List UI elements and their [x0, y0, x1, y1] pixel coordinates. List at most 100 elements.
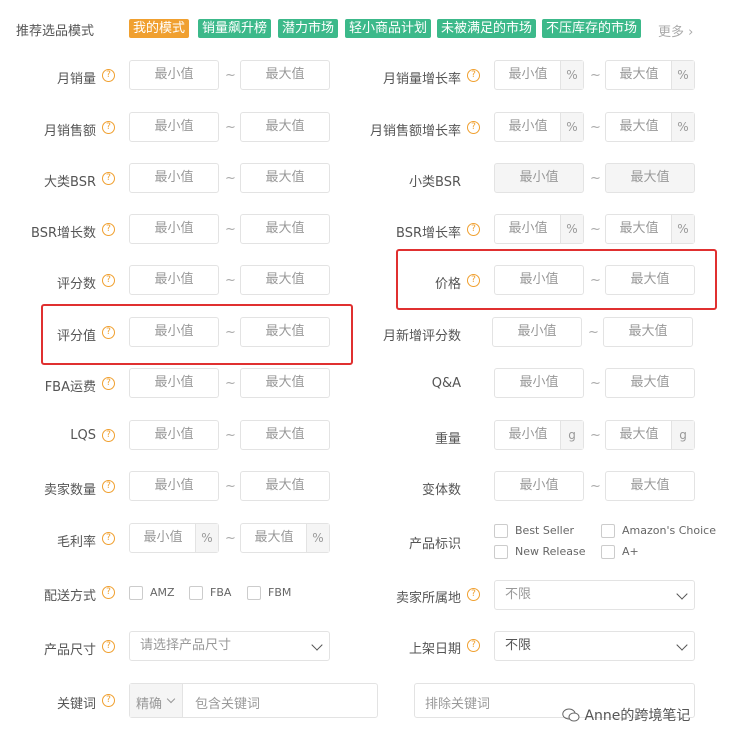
help-icon[interactable]: ? [467, 274, 480, 287]
tag-sales-surge[interactable]: 销量飙升榜 [198, 19, 272, 38]
checkbox-amazons-choice[interactable] [601, 524, 615, 538]
option-a-plus[interactable]: A+ [622, 545, 639, 558]
bsr-growth-count-max[interactable]: 最大值 [240, 214, 330, 244]
tag-no-inventory[interactable]: 不压库存的市场 [542, 19, 642, 38]
bsr-growth-rate-max[interactable]: 最大值% [605, 214, 695, 244]
range-separator: ~ [590, 428, 601, 443]
help-icon[interactable]: ? [102, 69, 115, 82]
monthly-sales-growth-max[interactable]: 最大值% [605, 60, 695, 90]
help-icon[interactable]: ? [102, 429, 115, 442]
option-new-release[interactable]: New Release [515, 545, 585, 558]
bsr-growth-rate-min[interactable]: 最小值% [494, 214, 584, 244]
monthly-revenue-growth-max[interactable]: 最大值% [605, 112, 695, 142]
label-monthly-sales: 月销量 [56, 72, 96, 87]
mode-label: 推荐选品模式 [16, 24, 95, 39]
help-icon[interactable]: ? [102, 121, 115, 134]
checkbox-fbm[interactable] [247, 586, 261, 600]
range-separator: ~ [225, 531, 236, 546]
label-seller-location: 卖家所属地 [395, 591, 461, 606]
wechat-icon [562, 708, 580, 722]
match-type-value: 精确 [136, 697, 163, 712]
main-bsr-min[interactable]: 最小值 [129, 163, 219, 193]
option-best-seller[interactable]: Best Seller [515, 524, 574, 537]
variation-count-min[interactable]: 最小值 [494, 471, 584, 501]
option-amazons-choice[interactable]: Amazon's Choice [622, 524, 716, 537]
checkbox-best-seller[interactable] [494, 524, 508, 538]
option-fba[interactable]: FBA [210, 586, 231, 599]
help-icon[interactable]: ? [102, 172, 115, 185]
listing-date-select[interactable]: 不限 [494, 631, 695, 661]
new-ratings-min[interactable]: 最小值 [492, 317, 582, 347]
monthly-revenue-max[interactable]: 最大值 [240, 112, 330, 142]
tag-unmet-market[interactable]: 未被满足的市场 [437, 19, 537, 38]
help-icon[interactable]: ? [102, 640, 115, 653]
monthly-sales-max[interactable]: 最大值 [240, 60, 330, 90]
range-separator: ~ [590, 68, 601, 83]
seller-location-select[interactable]: 不限 [494, 580, 695, 610]
sub-bsr-max[interactable]: 最大值 [605, 163, 695, 193]
checkbox-fba[interactable] [189, 586, 203, 600]
lqs-max[interactable]: 最大值 [240, 420, 330, 450]
qa-max[interactable]: 最大值 [605, 368, 695, 398]
fba-fee-max[interactable]: 最大值 [240, 368, 330, 398]
checkbox-amz[interactable] [129, 586, 143, 600]
range-separator: ~ [225, 273, 236, 288]
price-max[interactable]: 最大值 [605, 265, 695, 295]
option-amz[interactable]: AMZ [150, 586, 175, 599]
help-icon[interactable]: ? [467, 223, 480, 236]
rating-value-max[interactable]: 最大值 [240, 317, 330, 347]
sub-bsr-min[interactable]: 最小值 [494, 163, 584, 193]
monthly-sales-min[interactable]: 最小值 [129, 60, 219, 90]
checkbox-new-release[interactable] [494, 545, 508, 559]
help-icon[interactable]: ? [102, 586, 115, 599]
label-main-bsr: 大类BSR [44, 175, 96, 190]
seller-count-max[interactable]: 最大值 [240, 471, 330, 501]
weight-min[interactable]: 最小值 g [494, 420, 584, 450]
label-rating-value: 评分值 [56, 329, 96, 344]
bsr-growth-count-min[interactable]: 最小值 [129, 214, 219, 244]
lqs-min[interactable]: 最小值 [129, 420, 219, 450]
range-separator: ~ [225, 68, 236, 83]
help-icon[interactable]: ? [102, 326, 115, 339]
qa-min[interactable]: 最小值 [494, 368, 584, 398]
price-min[interactable]: 最小值 [494, 265, 584, 295]
help-icon[interactable]: ? [102, 480, 115, 493]
new-ratings-max[interactable]: 最大值 [603, 317, 693, 347]
help-icon[interactable]: ? [102, 694, 115, 707]
tag-light-small[interactable]: 轻小商品计划 [345, 19, 432, 38]
label-listing-date: 上架日期 [408, 642, 461, 657]
help-icon[interactable]: ? [102, 274, 115, 287]
rating-value-min[interactable]: 最小值 [129, 317, 219, 347]
monthly-revenue-growth-min[interactable]: 最小值% [494, 112, 584, 142]
checkbox-a-plus[interactable] [601, 545, 615, 559]
weight-max[interactable]: 最大值 g [605, 420, 695, 450]
rating-count-min[interactable]: 最小值 [129, 265, 219, 295]
help-icon[interactable]: ? [467, 121, 480, 134]
fba-fee-min[interactable]: 最小值 [129, 368, 219, 398]
help-icon[interactable]: ? [467, 639, 480, 652]
tag-potential-market[interactable]: 潜力市场 [278, 19, 339, 38]
seller-count-min[interactable]: 最小值 [129, 471, 219, 501]
help-icon[interactable]: ? [102, 377, 115, 390]
gross-margin-max[interactable]: 最大值% [240, 523, 330, 553]
label-gross-margin: 毛利率 [56, 535, 96, 550]
help-icon[interactable]: ? [467, 588, 480, 601]
variation-count-max[interactable]: 最大值 [605, 471, 695, 501]
help-icon[interactable]: ? [467, 69, 480, 82]
gross-margin-min[interactable]: 最小值% [129, 523, 219, 553]
product-size-select[interactable]: 请选择产品尺寸 [129, 631, 330, 661]
option-fbm[interactable]: FBM [268, 586, 291, 599]
main-bsr-max[interactable]: 最大值 [240, 163, 330, 193]
include-placeholder: 包含关键词 [195, 697, 261, 712]
more-link[interactable]: 更多 › [658, 21, 693, 40]
tag-my-mode[interactable]: 我的模式 [129, 19, 190, 38]
match-type-select[interactable]: 精确 [130, 684, 183, 717]
rating-count-max[interactable]: 最大值 [240, 265, 330, 295]
help-icon[interactable]: ? [102, 223, 115, 236]
keyword-include-field[interactable]: 精确 包含关键词 [129, 683, 378, 718]
label-qa: Q&A [431, 376, 461, 391]
range-separator: ~ [590, 479, 601, 494]
monthly-sales-growth-min[interactable]: 最小值% [494, 60, 584, 90]
help-icon[interactable]: ? [102, 532, 115, 545]
monthly-revenue-min[interactable]: 最小值 [129, 112, 219, 142]
